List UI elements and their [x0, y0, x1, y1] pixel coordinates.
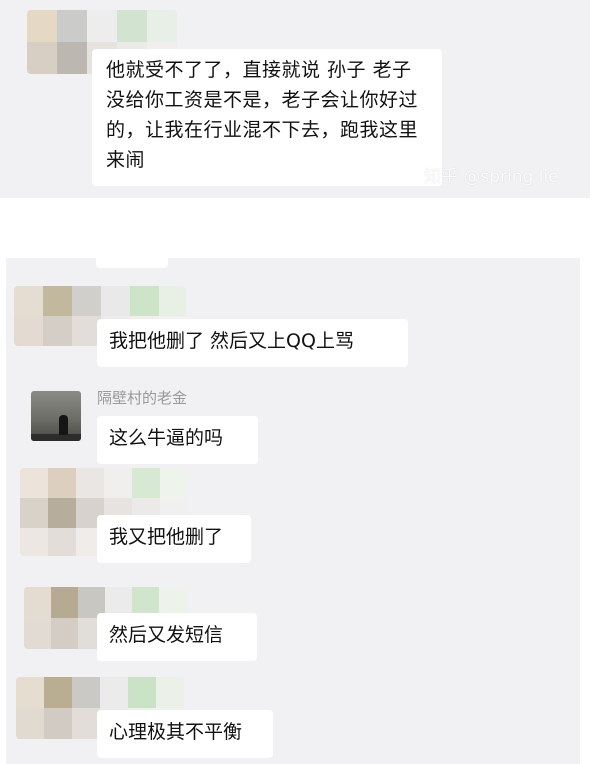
message-bubble: 然后又发短信 [97, 613, 257, 661]
message-bubble: 心理极其不平衡 [97, 710, 273, 758]
watermark: 知乎 @spring lie [424, 167, 559, 187]
sender-avatar-icon [31, 391, 81, 441]
partial-bubble [96, 258, 168, 268]
message-bubble: 他就受不了了，直接就说 孙子 老子没给你工资是不是，老子会让你好过的，让我在行业… [92, 49, 442, 186]
chat-panel-top: 他就受不了了，直接就说 孙子 老子没给你工资是不是，老子会让你好过的，让我在行业… [0, 0, 590, 198]
sender-name: 隔壁村的老金 [97, 389, 188, 407]
message-bubble: 我又把他删了 [97, 515, 251, 563]
message-bubble: 我把他删了 然后又上QQ上骂 [97, 319, 408, 367]
message-bubble: 这么牛逼的吗 [97, 416, 258, 464]
